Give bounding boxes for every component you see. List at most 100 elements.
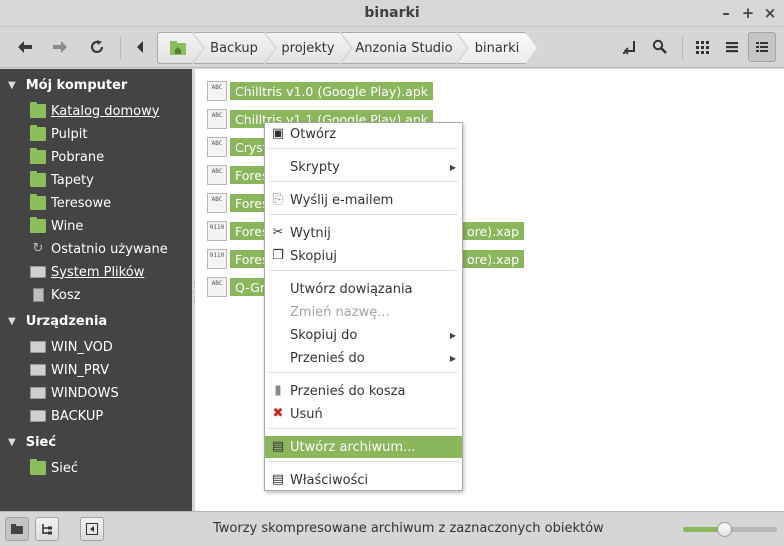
breadcrumb: Backup projekty Anzonia Studio binarki	[157, 32, 537, 64]
sidebar-section-network[interactable]: ▼ Sieć	[8, 435, 56, 450]
file-name: Chilltris v1.0 (Google Play).apk	[230, 82, 433, 100]
icon-view-button[interactable]	[688, 34, 716, 60]
back-icon	[18, 41, 32, 53]
text-file-icon: ABC	[207, 165, 227, 185]
toolbar-separator	[120, 37, 121, 59]
minimize-button[interactable]: –	[716, 3, 736, 23]
expand-triangle-icon: ▼	[8, 316, 16, 327]
text-file-icon: ABC	[207, 137, 227, 157]
back-button[interactable]	[11, 34, 39, 60]
title-bar: binarki – + ×	[0, 0, 784, 27]
forward-icon	[53, 41, 67, 53]
show-tree-button[interactable]	[35, 517, 59, 541]
zoom-slider[interactable]	[683, 522, 777, 537]
forward-button[interactable]	[46, 34, 74, 60]
status-text: Tworzy skompresowane archiwum z zaznaczo…	[213, 521, 604, 536]
trash-icon	[33, 288, 44, 302]
context-menu: ▣ Otwórz Skrypty ▶ ⎘ Wyślij e-mailem ✂ W…	[264, 122, 463, 491]
toggle-path-button[interactable]	[616, 34, 644, 60]
menu-item-email[interactable]: ⎘ Wyślij e-mailem	[265, 189, 462, 211]
expand-triangle-icon: ▼	[8, 80, 16, 91]
zoom-slider-handle[interactable]	[717, 522, 732, 537]
menu-item-cut[interactable]: ✂ Wytnij	[265, 222, 462, 244]
search-icon	[652, 39, 667, 54]
reload-icon	[90, 40, 104, 54]
sidebar-item-wine[interactable]: Wine	[30, 216, 83, 236]
properties-icon: ▤	[271, 472, 285, 487]
home-folder-icon	[30, 102, 46, 118]
menu-item-delete[interactable]: ✖ Usuń	[265, 403, 462, 425]
breadcrumb-home[interactable]	[157, 32, 203, 64]
cut-icon: ✂	[272, 225, 284, 240]
menu-separator	[269, 461, 458, 462]
menu-separator	[269, 148, 458, 149]
sidebar-item-trash[interactable]: Kosz	[30, 285, 80, 305]
folder-icon	[30, 171, 46, 187]
menu-item-rename[interactable]: Zmień nazwę...	[265, 301, 462, 323]
menu-separator	[269, 372, 458, 373]
sidebar-item-tapety[interactable]: Tapety	[30, 170, 94, 190]
menu-item-create-archive[interactable]: ▤ Utwórz archiwum...	[265, 436, 462, 458]
search-button[interactable]	[646, 34, 674, 60]
drive-icon	[30, 387, 46, 399]
maximize-button[interactable]: +	[738, 3, 758, 23]
menu-item-properties[interactable]: ▤ Właściwości	[265, 469, 462, 491]
menu-item-copy-to[interactable]: Skopiuj do ▶	[265, 324, 462, 346]
sidebar-section-devices[interactable]: ▼ Urządzenia	[8, 314, 107, 329]
sidebar-item-win-vod[interactable]: WIN_VOD	[30, 337, 113, 357]
binary-file-icon: 0110	[207, 249, 227, 269]
toolbar-separator	[682, 37, 683, 59]
sidebar-item-network[interactable]: Sieć	[30, 458, 78, 478]
text-file-icon: ABC	[207, 277, 227, 297]
sidebar-item-downloads[interactable]: Pobrane	[30, 147, 104, 167]
close-button[interactable]: ×	[760, 3, 780, 23]
downloads-folder-icon	[30, 148, 46, 164]
drive-icon	[30, 364, 46, 376]
menu-item-move-to[interactable]: Przenieś do ▶	[265, 347, 462, 369]
tree-icon	[42, 524, 52, 535]
breadcrumb-item[interactable]: Backup	[193, 32, 275, 64]
menu-item-open[interactable]: ▣ Otwórz	[265, 123, 462, 145]
sidebar-item-recent[interactable]: ↻ Ostatnio używane	[30, 239, 168, 259]
menu-item-scripts[interactable]: Skrypty ▶	[265, 156, 462, 178]
show-places-button[interactable]	[5, 517, 29, 541]
text-file-icon: ABC	[207, 193, 227, 213]
submenu-arrow-icon: ▶	[449, 353, 456, 363]
compact-view-button[interactable]	[748, 32, 776, 62]
breadcrumb-current[interactable]: binarki	[457, 32, 537, 64]
sidebar-item-filesystem[interactable]: System Plików	[30, 262, 144, 282]
text-file-icon: ABC	[207, 81, 227, 101]
breadcrumb-item[interactable]: Anzonia Studio	[341, 32, 467, 64]
drive-icon	[30, 266, 46, 278]
file-name-tail: ore).xap	[462, 250, 525, 268]
file-item[interactable]: ABC Chilltris v1.0 (Google Play).apk	[207, 81, 433, 101]
window-title: binarki	[364, 5, 420, 21]
sidebar-item-windows[interactable]: WINDOWS	[30, 383, 119, 403]
menu-item-move-to-trash[interactable]: ▮ Przenieś do kosza	[265, 380, 462, 402]
sidebar-section-my-computer[interactable]: ▼ Mój komputer	[8, 78, 127, 93]
sidebar-toggle-icon	[86, 523, 98, 535]
drive-icon	[30, 341, 46, 353]
list-view-button[interactable]	[718, 34, 746, 60]
copy-icon: ❐	[272, 248, 284, 263]
menu-separator	[269, 428, 458, 429]
sidebar-item-home[interactable]: Katalog domowy	[30, 101, 159, 121]
drive-icon	[30, 410, 46, 422]
toggle-location-button[interactable]	[126, 34, 154, 60]
archive-icon: ▤	[271, 439, 285, 454]
reload-button[interactable]	[83, 34, 111, 60]
menu-separator	[269, 214, 458, 215]
breadcrumb-item[interactable]: projekty	[265, 32, 351, 64]
sidebar-item-teresowe[interactable]: Teresowe	[30, 193, 111, 213]
list-view-icon	[726, 42, 738, 53]
sidebar-item-desktop[interactable]: Pulpit	[30, 124, 87, 144]
sidebar-item-win-prv[interactable]: WIN_PRV	[30, 360, 109, 380]
menu-item-create-link[interactable]: Utwórz dowiązania	[265, 278, 462, 300]
submenu-arrow-icon: ▶	[449, 162, 456, 172]
hide-sidebar-button[interactable]	[80, 517, 104, 541]
sidebar-item-backup[interactable]: BACKUP	[30, 406, 103, 426]
toolbar: Backup projekty Anzonia Studio binarki	[0, 27, 784, 68]
open-icon: ▣	[271, 126, 285, 141]
toggle-location-icon	[137, 41, 143, 53]
menu-item-copy[interactable]: ❐ Skopiuj	[265, 245, 462, 267]
